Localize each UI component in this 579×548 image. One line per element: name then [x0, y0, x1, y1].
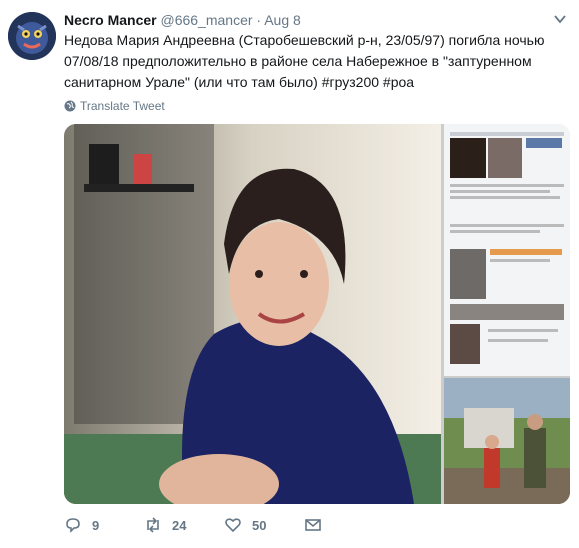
tweet-actions: 9 24 50: [64, 514, 384, 536]
retweet-icon: [147, 517, 159, 533]
envelope-icon: [305, 519, 321, 531]
avatar[interactable]: [8, 12, 56, 60]
photo-outdoor[interactable]: [444, 378, 570, 504]
reply-button[interactable]: 9: [64, 516, 144, 534]
retweet-count: 24: [172, 517, 187, 533]
heart-icon: [225, 518, 241, 533]
globe-icon: [64, 100, 76, 112]
tweet-header: Necro Mancer @666_mancer · Aug 8: [64, 10, 555, 30]
chevron-down-icon[interactable]: [553, 12, 567, 26]
like-button[interactable]: 50: [224, 516, 304, 534]
creature-avatar-icon: [8, 12, 56, 60]
like-count: 50: [252, 517, 267, 533]
media-grid: [64, 124, 570, 504]
photo-main[interactable]: [64, 124, 441, 504]
tweet-text: Недова Мария Андреевна (Старобешевский р…: [64, 32, 545, 90]
translate-tweet-link[interactable]: Translate Tweet: [64, 97, 165, 115]
direct-message-button[interactable]: [304, 516, 384, 534]
user-handle[interactable]: @666_mancer: [160, 12, 252, 28]
display-name[interactable]: Necro Mancer: [64, 12, 157, 28]
photo-screenshot-profile[interactable]: [444, 124, 570, 376]
translate-label: Translate Tweet: [80, 99, 165, 113]
timestamp[interactable]: Aug 8: [264, 12, 301, 28]
reply-icon: [66, 518, 80, 533]
reply-count: 9: [92, 517, 100, 533]
tweet: Necro Mancer @666_mancer · Aug 8 Недова …: [0, 0, 579, 548]
retweet-button[interactable]: 24: [144, 516, 224, 534]
separator: ·: [256, 12, 262, 28]
